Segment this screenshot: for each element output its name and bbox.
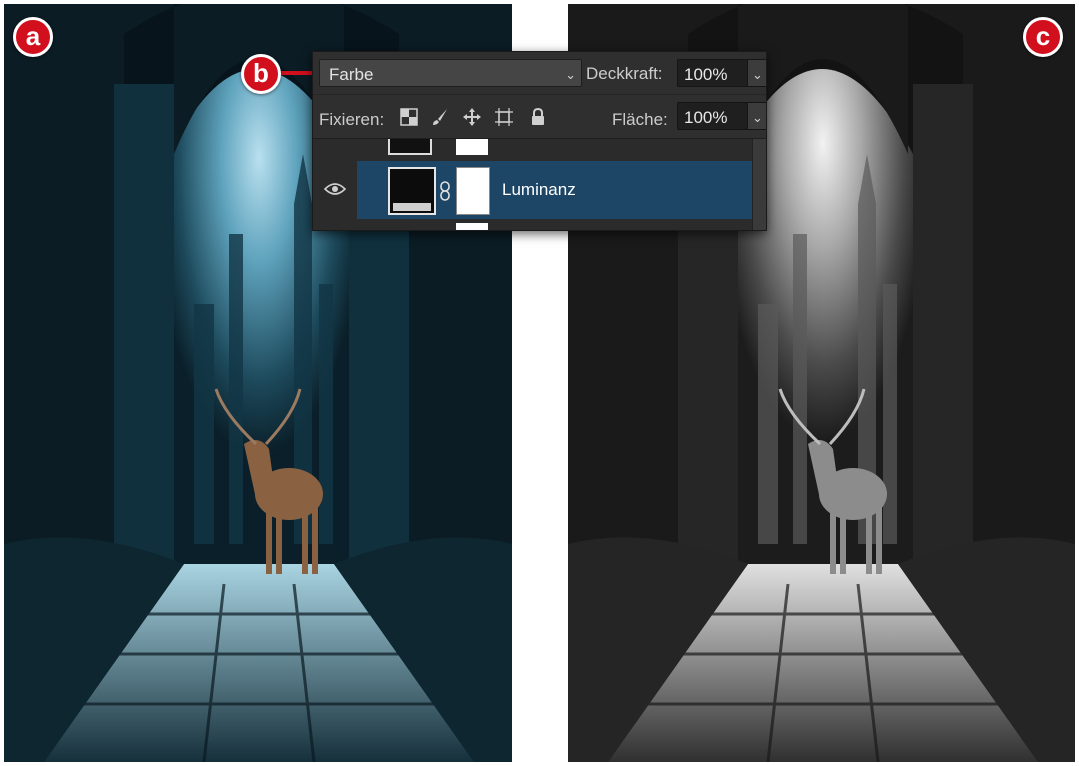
fill-field[interactable]: 100% ⌄ [677,102,766,130]
visibility-toggle[interactable] [313,161,357,219]
layer-row-above[interactable] [313,139,766,161]
blend-mode-dropdown[interactable]: Farbe ⌄ [319,59,582,87]
lock-label: Fixieren: [319,110,385,129]
mask-thumbnail [456,139,488,155]
fill-label: Fläche: [612,110,668,129]
opacity-field[interactable]: 100% ⌄ [677,59,766,87]
layer-row-below[interactable] [313,219,766,230]
opacity-label: Deckkraft: [586,64,663,83]
adjustment-thumbnail[interactable] [388,167,436,215]
chevron-down-icon: ⌄ [752,67,763,82]
fill-value: 100% [684,108,728,127]
adjustment-thumbnail [388,139,432,155]
opacity-dropdown-button[interactable]: ⌄ [747,60,766,86]
lock-image-pixels-icon[interactable] [430,107,450,127]
opacity-value: 100% [684,65,728,84]
adjustment-type-badge [393,203,431,211]
chain-link-icon[interactable] [439,181,451,201]
chevron-down-icon: ⌄ [565,67,576,82]
marker-c: c [1023,17,1063,57]
blend-opacity-row: Farbe ⌄ Deckkraft: 100% ⌄ [313,52,766,94]
layers-scrollbar[interactable] [752,139,766,230]
marker-b-pointer-line [280,71,316,75]
blend-mode-value: Farbe [329,65,374,84]
lock-artboard-icon[interactable] [494,107,514,127]
marker-a: a [13,17,53,57]
layers-panel: Farbe ⌄ Deckkraft: 100% ⌄ Fixieren: Fläc… [312,51,767,231]
chevron-down-icon: ⌄ [752,110,763,125]
lock-position-icon[interactable] [462,107,482,127]
lock-transparent-pixels-icon[interactable] [399,107,419,127]
mask-thumbnail[interactable] [456,167,490,215]
layer-name[interactable]: Luminanz [502,180,576,200]
layer-list: Luminanz [313,138,766,230]
fill-dropdown-button[interactable]: ⌄ [747,103,766,129]
lock-all-icon[interactable] [528,107,548,127]
layer-row-luminanz[interactable]: Luminanz [313,161,766,219]
eye-icon [324,183,346,195]
mask-thumbnail [456,223,488,230]
marker-b: b [241,54,281,94]
